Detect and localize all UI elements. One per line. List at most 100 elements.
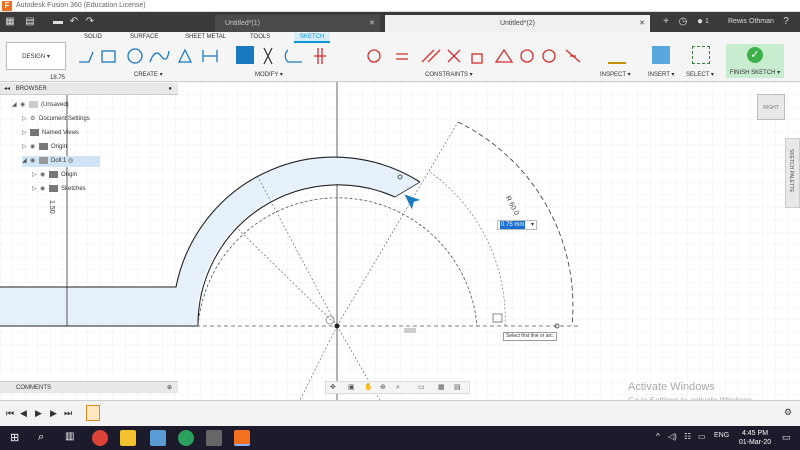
- pan-icon[interactable]: ✋: [364, 382, 373, 394]
- user-name[interactable]: Rewis Othman: [728, 18, 774, 25]
- constraints-group-label[interactable]: CONSTRAINTS ▾: [425, 71, 473, 78]
- select-group-label[interactable]: SELECT ▾: [686, 71, 714, 78]
- app-icon[interactable]: [178, 430, 194, 446]
- sketch-drawing[interactable]: [0, 82, 800, 400]
- zoom-icon[interactable]: ⊕: [380, 382, 386, 394]
- fillet-tool-icon[interactable]: [236, 46, 254, 64]
- previous-icon[interactable]: ◀: [20, 408, 27, 419]
- select-icon[interactable]: [692, 46, 710, 64]
- midpoint-icon: [542, 49, 556, 63]
- close-icon[interactable]: ✕: [639, 15, 645, 32]
- browser-item-sketches[interactable]: ▷ ◉ Sketches: [32, 184, 86, 195]
- browser-item-root[interactable]: ◢ ◉ (Unsaved): [12, 100, 69, 111]
- next-icon[interactable]: ▶: [50, 408, 57, 419]
- add-comment-icon[interactable]: ⊕: [167, 382, 172, 394]
- offset-tool-icon: [284, 49, 302, 63]
- first-frame-icon[interactable]: ⏮: [6, 408, 14, 419]
- tab-sheet-metal[interactable]: SHEET METAL: [185, 34, 226, 40]
- browser-item-component[interactable]: ◢ ◉ Doll:1 ◎: [22, 156, 100, 167]
- view-cube[interactable]: RIGHT: [757, 94, 785, 120]
- save-icon[interactable]: ▬: [52, 16, 64, 28]
- close-icon[interactable]: ✕: [369, 15, 375, 32]
- title-bar: F Autodesk Fusion 360 (Education License…: [0, 0, 800, 12]
- help-icon[interactable]: ?: [780, 16, 792, 28]
- redo-icon[interactable]: ↷: [84, 16, 96, 28]
- window-title: Autodesk Fusion 360 (Education License): [16, 2, 146, 9]
- sketch-palette-label: SKETCH PALETTE: [788, 149, 794, 193]
- dimension-input[interactable]: 0.75 mm ▾: [497, 220, 537, 230]
- network-icon[interactable]: ☷: [684, 432, 691, 441]
- pin-icon[interactable]: ●: [168, 83, 172, 95]
- inspect-group-label[interactable]: INSPECT ▾: [600, 71, 631, 78]
- polygon-tool-icon: [177, 48, 193, 63]
- tab-untitled-1[interactable]: Untitled*(1) ✕: [215, 15, 380, 32]
- sketch-palette[interactable]: SKETCH PALETTE: [785, 138, 800, 208]
- origin-point: [334, 323, 340, 329]
- language-indicator[interactable]: ENG: [714, 432, 729, 439]
- fit-icon[interactable]: ⌕: [396, 382, 400, 394]
- clock-icon[interactable]: ◷: [677, 16, 689, 28]
- notification-count: 1: [705, 18, 709, 25]
- line-tool-icon: [79, 51, 94, 63]
- coincident-icon: [314, 48, 326, 64]
- finish-sketch-button[interactable]: ✓ FINISH SKETCH ▾: [726, 44, 784, 78]
- dimension-input-value[interactable]: 0.75 mm: [500, 221, 526, 229]
- tab-sketch[interactable]: SKETCH: [294, 33, 331, 43]
- sketch-canvas[interactable]: [0, 82, 800, 400]
- paint-icon[interactable]: [150, 430, 166, 446]
- task-view-icon[interactable]: ▥: [65, 431, 74, 442]
- collapse-icon[interactable]: ◂◂: [0, 86, 10, 92]
- play-icon[interactable]: ▶: [35, 408, 42, 419]
- browser-item-origin-sub[interactable]: ▷ ◉ Origin: [32, 170, 77, 181]
- activate-radio-icon: ◎: [68, 158, 74, 164]
- search-icon[interactable]: ⌕: [38, 431, 44, 444]
- gear-icon: ⚙: [30, 116, 36, 122]
- fusion-taskbar-icon[interactable]: [234, 430, 250, 446]
- tab-surface[interactable]: SURFACE: [130, 34, 158, 40]
- top-dimension[interactable]: 18.75: [50, 75, 65, 81]
- chrome-icon[interactable]: [92, 430, 108, 446]
- browser-item-named-views[interactable]: ▷ Named Views: [22, 128, 79, 139]
- notifications-icon[interactable]: ▭: [782, 432, 791, 443]
- expand-arrow-icon: ▷: [32, 172, 37, 178]
- comments-panel[interactable]: COMMENTS ⊕: [0, 381, 178, 393]
- browser-item-document-settings[interactable]: ▷ ⚙ Document Settings: [22, 114, 90, 125]
- measure-icon[interactable]: [608, 46, 626, 64]
- insert-image-icon[interactable]: [652, 46, 670, 64]
- look-at-icon[interactable]: ▣: [348, 382, 355, 394]
- viewports-icon[interactable]: ▤: [454, 382, 461, 394]
- create-group-label[interactable]: CREATE ▾: [134, 71, 163, 78]
- add-tab-icon[interactable]: +: [660, 16, 672, 28]
- tab-solid[interactable]: SOLID: [84, 34, 102, 40]
- grid-icon[interactable]: ▦: [438, 382, 445, 394]
- undo-icon[interactable]: ↶: [68, 16, 80, 28]
- modify-group-label[interactable]: MODIFY ▾: [255, 71, 283, 78]
- speaker-icon[interactable]: ◁): [668, 432, 677, 441]
- constraint-tools: [314, 48, 581, 64]
- tab-tools[interactable]: TOOLS: [250, 34, 270, 40]
- workspace-switcher[interactable]: DESIGN ▾: [6, 42, 66, 70]
- orbit-icon[interactable]: ✥: [330, 382, 336, 394]
- height-dimension[interactable]: 1.50: [48, 200, 55, 214]
- timeline-sketch-icon[interactable]: [86, 405, 100, 421]
- display-icon[interactable]: ▭: [418, 382, 425, 394]
- tray-chevron-icon[interactable]: ^: [656, 432, 660, 441]
- file-menu-icon[interactable]: ▤: [24, 16, 36, 28]
- insert-group-label[interactable]: INSERT ▾: [648, 71, 674, 78]
- browser-item-origin[interactable]: ▷ ◉ Origin: [22, 142, 67, 153]
- clock[interactable]: 4:45 PM 01-Mar-20: [735, 429, 775, 447]
- last-frame-icon[interactable]: ⏭: [64, 408, 72, 419]
- photos-icon[interactable]: [206, 430, 222, 446]
- folder-icon: [49, 170, 58, 178]
- horizontal-icon: [494, 48, 514, 63]
- tab-untitled-2[interactable]: Untitled*(2) ✕: [385, 15, 650, 32]
- settings-icon[interactable]: ⚙: [784, 407, 792, 418]
- file-explorer-icon[interactable]: [120, 430, 136, 446]
- battery-icon[interactable]: ▭: [698, 432, 706, 441]
- app-grid-icon[interactable]: ▦: [4, 16, 16, 28]
- dropdown-icon[interactable]: ▾: [531, 221, 534, 229]
- clock-date: 01-Mar-20: [738, 439, 772, 446]
- windows-start-icon[interactable]: ⊞: [10, 431, 19, 444]
- clock-time: 4:45 PM: [741, 430, 769, 437]
- browser-panel-header[interactable]: ◂◂ BROWSER ●: [0, 83, 178, 95]
